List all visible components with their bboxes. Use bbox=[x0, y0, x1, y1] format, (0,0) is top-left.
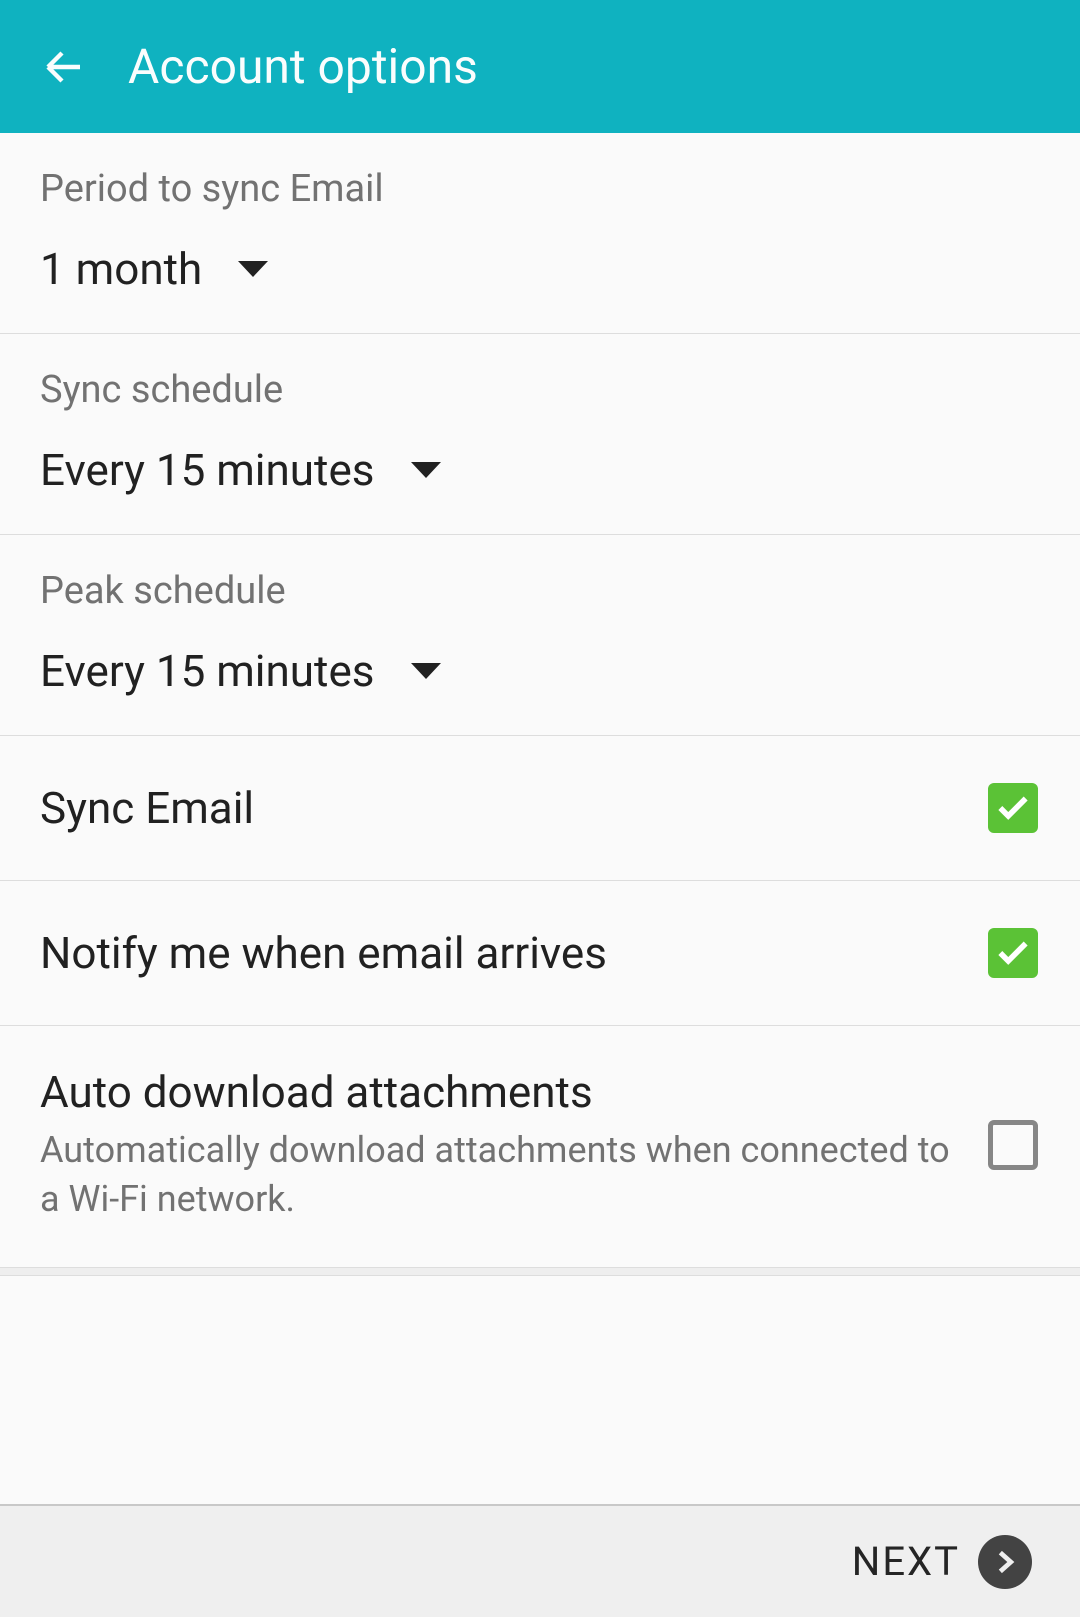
chevron-down-icon bbox=[238, 261, 268, 277]
peak-schedule-dropdown[interactable]: Every 15 minutes bbox=[40, 645, 1040, 697]
auto-download-label: Auto download attachments bbox=[40, 1066, 958, 1118]
sync-email-checkbox[interactable] bbox=[988, 783, 1038, 833]
sync-schedule-value: Every 15 minutes bbox=[40, 444, 375, 496]
back-button[interactable] bbox=[40, 43, 88, 91]
page-title: Account options bbox=[128, 38, 478, 95]
setting-period-sync[interactable]: Period to sync Email 1 month bbox=[0, 133, 1080, 334]
sync-email-label: Sync Email bbox=[40, 782, 254, 834]
period-sync-label: Period to sync Email bbox=[40, 167, 1040, 211]
check-icon bbox=[994, 789, 1032, 827]
chevron-down-icon bbox=[411, 663, 441, 679]
period-sync-value: 1 month bbox=[40, 243, 202, 295]
setting-sync-schedule[interactable]: Sync schedule Every 15 minutes bbox=[0, 334, 1080, 535]
settings-list: Period to sync Email 1 month Sync schedu… bbox=[0, 133, 1080, 1276]
next-button[interactable]: NEXT bbox=[852, 1535, 1032, 1589]
chevron-right-icon bbox=[991, 1548, 1019, 1576]
list-spacer bbox=[0, 1268, 1080, 1276]
notify-checkbox[interactable] bbox=[988, 928, 1038, 978]
setting-sync-email[interactable]: Sync Email bbox=[0, 736, 1080, 881]
auto-download-checkbox[interactable] bbox=[988, 1120, 1038, 1170]
auto-download-sublabel: Automatically download attachments when … bbox=[40, 1126, 958, 1223]
app-bar: Account options bbox=[0, 0, 1080, 133]
check-icon bbox=[994, 934, 1032, 972]
sync-schedule-dropdown[interactable]: Every 15 minutes bbox=[40, 444, 1040, 496]
setting-peak-schedule[interactable]: Peak schedule Every 15 minutes bbox=[0, 535, 1080, 736]
setting-notify[interactable]: Notify me when email arrives bbox=[0, 881, 1080, 1026]
sync-schedule-label: Sync schedule bbox=[40, 368, 1040, 412]
next-label: NEXT bbox=[852, 1538, 960, 1585]
next-circle-icon bbox=[978, 1535, 1032, 1589]
setting-auto-download[interactable]: Auto download attachments Automatically … bbox=[0, 1026, 1080, 1268]
peak-schedule-value: Every 15 minutes bbox=[40, 645, 375, 697]
chevron-down-icon bbox=[411, 462, 441, 478]
notify-label: Notify me when email arrives bbox=[40, 927, 607, 979]
period-sync-dropdown[interactable]: 1 month bbox=[40, 243, 1040, 295]
arrow-left-icon bbox=[40, 43, 88, 91]
bottom-bar: NEXT bbox=[0, 1504, 1080, 1617]
peak-schedule-label: Peak schedule bbox=[40, 569, 1040, 613]
auto-download-text: Auto download attachments Automatically … bbox=[40, 1066, 988, 1223]
